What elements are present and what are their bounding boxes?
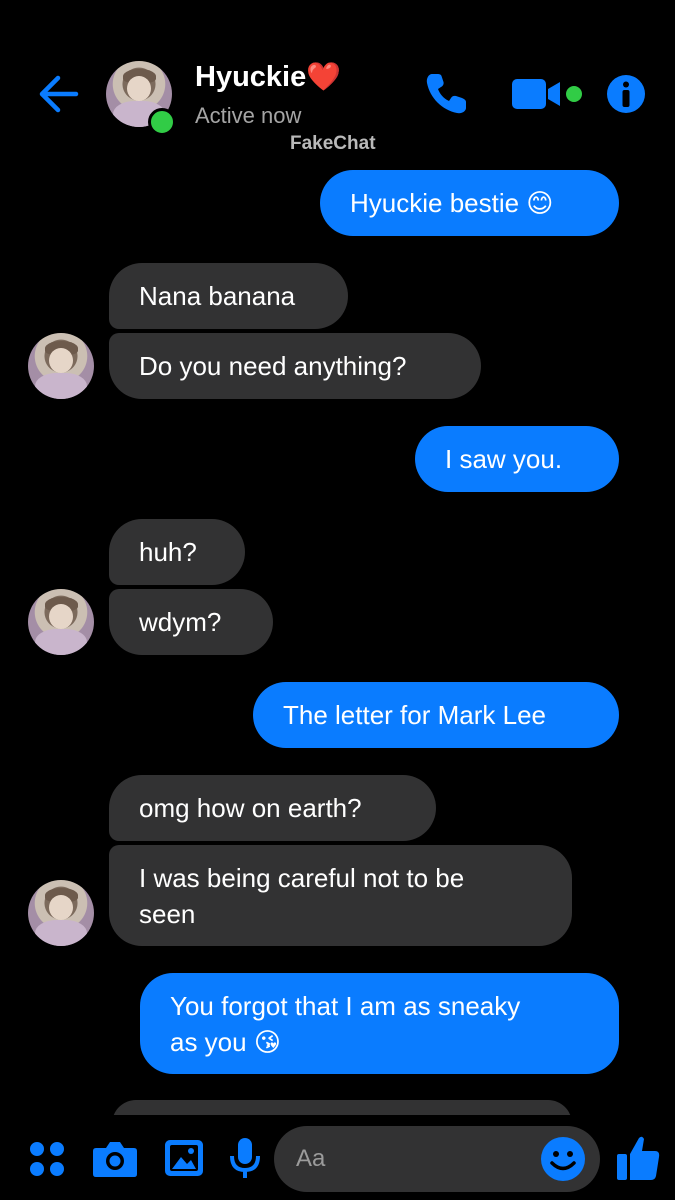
phone-icon[interactable] [422,70,470,118]
message-incoming[interactable]: wdym? [109,589,273,655]
video-camera-icon[interactable] [510,75,586,113]
contact-avatar-small[interactable] [28,589,94,655]
online-status-dot [148,108,176,136]
back-arrow-icon[interactable] [36,72,80,116]
thumbs-up-icon[interactable] [615,1134,661,1182]
info-icon[interactable] [606,74,646,114]
message-incoming[interactable]: huh? [109,519,245,585]
message-outgoing[interactable]: Hyuckie bestie 😊 [320,170,619,236]
message-incoming[interactable]: Nana banana [109,263,348,329]
watermark: FakeChat [290,133,376,154]
gallery-icon[interactable] [163,1138,205,1178]
message-incoming[interactable]: Do you need anything? [109,333,481,399]
message-incoming[interactable]: I was being careful not to be seen [109,845,572,946]
message-outgoing[interactable]: You forgot that I am as sneaky as you 😘 [140,973,619,1074]
contact-avatar-small[interactable] [28,880,94,946]
emoji-icon[interactable] [540,1136,586,1182]
microphone-icon[interactable] [228,1136,262,1180]
message-incoming[interactable]: omg how on earth? [109,775,436,841]
contact-avatar-small[interactable] [28,333,94,399]
active-status: Active now [195,103,302,128]
heart-emoji: ❤️ [306,61,342,92]
contact-name[interactable]: Hyuckie❤️ [195,60,341,94]
message-input-placeholder: Aa [296,1145,326,1172]
apps-grid-icon[interactable] [28,1140,66,1178]
chat-header: Hyuckie❤️ Active now FakeChat [0,0,675,160]
message-outgoing[interactable]: The letter for Mark Lee [253,682,619,748]
camera-icon[interactable] [92,1138,138,1178]
message-outgoing[interactable]: I saw you. [415,426,619,492]
